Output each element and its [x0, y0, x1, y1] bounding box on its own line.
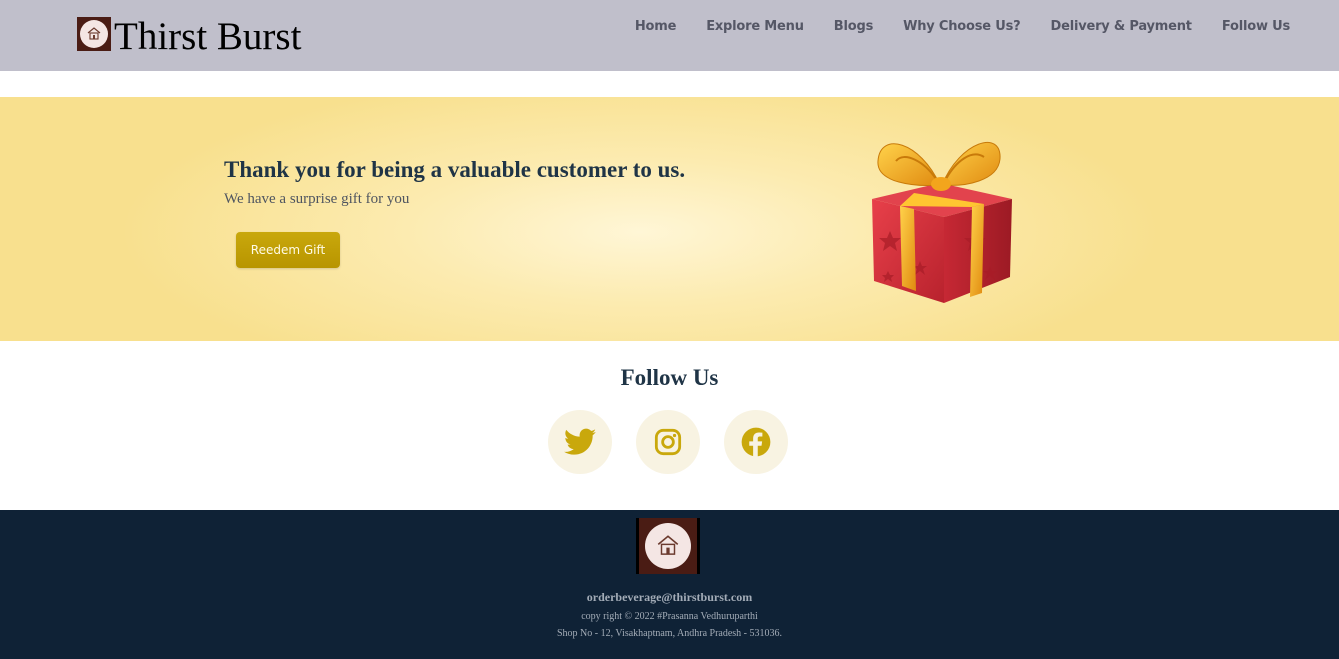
nav-why-choose-us[interactable]: Why Choose Us?: [903, 19, 1021, 34]
nav-home[interactable]: Home: [635, 19, 677, 34]
nav-delivery-payment[interactable]: Delivery & Payment: [1050, 19, 1192, 34]
instagram-icon: [654, 428, 682, 456]
banner-title: Thank you for being a valuable customer …: [224, 157, 686, 182]
banner-subtitle: We have a surprise gift for you: [224, 191, 410, 207]
brand-logo: [77, 17, 111, 51]
gift-box-image: [872, 142, 1012, 303]
footer-address: Shop No - 12, Visakhaptnam, Andhra Prade…: [556, 628, 783, 639]
shop-icon: [87, 27, 101, 40]
social-links: [548, 410, 788, 474]
nav-menu: Home Explore Menu Blogs Why Choose Us? D…: [605, 19, 1290, 34]
footer: orderbeverage@thirstburst.com copy right…: [0, 510, 1339, 659]
shop-icon: [657, 535, 679, 555]
nav-explore-menu[interactable]: Explore Menu: [706, 19, 804, 34]
brand-name: Thirst Burst: [114, 15, 302, 58]
gift-banner: Thank you for being a valuable customer …: [0, 97, 1339, 341]
brand-link[interactable]: Thirst Burst: [77, 14, 302, 58]
twitter-icon: [564, 428, 596, 455]
nav-follow-us[interactable]: Follow Us: [1222, 19, 1290, 34]
facebook-icon: [741, 427, 771, 457]
instagram-link[interactable]: [636, 410, 700, 474]
nav-blogs[interactable]: Blogs: [834, 19, 874, 34]
footer-copyright: copy right © 2022 #Prasanna Vedhuruparth…: [581, 611, 758, 622]
redeem-gift-button[interactable]: Reedem Gift: [236, 232, 340, 268]
facebook-link[interactable]: [724, 410, 788, 474]
footer-email-link[interactable]: orderbeverage@thirstburst.com: [0, 590, 1339, 605]
twitter-link[interactable]: [548, 410, 612, 474]
footer-logo: [636, 518, 700, 574]
follow-us-heading: Follow Us: [620, 365, 719, 390]
navbar: Thirst Burst Home Explore Menu Blogs Why…: [0, 0, 1339, 71]
